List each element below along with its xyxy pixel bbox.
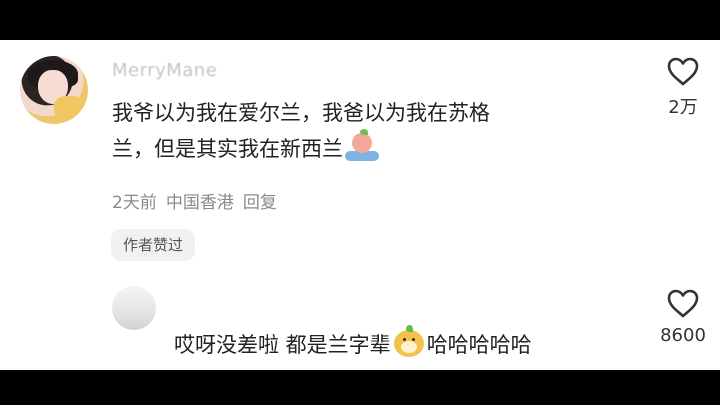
reply-text-after-emoji: 哈哈哈哈哈 — [426, 333, 532, 357]
letterbox-bottom — [0, 370, 720, 405]
dog-emoji-icon — [393, 325, 425, 357]
heart-icon — [667, 289, 699, 318]
comment-time: 2天前 — [112, 193, 157, 213]
letterbox-top — [0, 0, 720, 40]
reply-like-count: 8600 — [660, 325, 706, 346]
like-count: 2万 — [668, 97, 698, 118]
reply-like-button[interactable]: 8600 — [648, 288, 718, 346]
commenter-avatar[interactable] — [20, 56, 88, 124]
comment-text-line-2: 兰，但是其实我在新西兰 — [112, 129, 632, 167]
comment-text-line-2-text: 兰，但是其实我在新西兰 — [112, 137, 343, 161]
reply-text-before-emoji: 哎呀没差啦 都是兰字辈 — [174, 333, 391, 357]
like-button[interactable]: 2万 — [648, 56, 718, 119]
commenter-username[interactable]: MerryMane — [112, 60, 217, 81]
author-liked-badge: 作者赞过 — [111, 229, 196, 261]
comment-location: 中国香港 — [165, 193, 234, 213]
replier-avatar[interactable] — [112, 286, 156, 330]
comment-text-line-1: 我爷以为我在爱尔兰，我爸以为我在苏格 — [112, 101, 490, 125]
comment-section: MerryMane 我爷以为我在爱尔兰，我爸以为我在苏格 兰，但是其实我在新西兰… — [0, 40, 720, 370]
crying-emoji-icon — [345, 129, 379, 161]
comment-text: 我爷以为我在爱尔兰，我爸以为我在苏格 兰，但是其实我在新西兰 — [112, 95, 632, 167]
reply-button[interactable]: 回复 — [243, 188, 277, 213]
comment-meta: 2天前 中国香港 回复 — [112, 188, 277, 213]
avatar-snack — [54, 96, 84, 120]
reply-text: 哎呀没差啦 都是兰字辈 哈哈哈哈哈 — [174, 325, 532, 363]
heart-icon — [667, 57, 699, 86]
